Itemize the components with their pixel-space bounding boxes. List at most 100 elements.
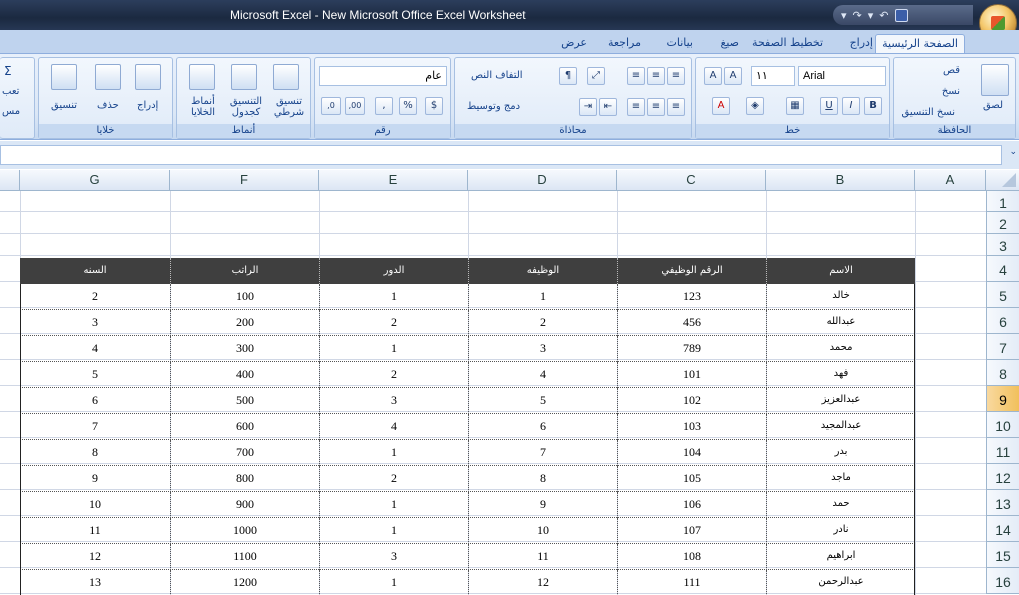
- cell-salary[interactable]: 500: [170, 388, 319, 414]
- cell-job[interactable]: 11: [468, 544, 617, 570]
- decrease-decimal-button[interactable]: ,0: [321, 97, 341, 115]
- cell-name[interactable]: بدر: [766, 440, 915, 466]
- borders-icon[interactable]: ▦: [786, 97, 804, 115]
- bold-button[interactable]: B: [864, 97, 882, 115]
- cell-employee-id[interactable]: 123: [617, 284, 766, 310]
- align-center-icon[interactable]: ≡: [647, 98, 665, 116]
- insert-cells-icon[interactable]: [135, 64, 161, 90]
- cell-year[interactable]: 10: [20, 492, 170, 518]
- text-direction-icon[interactable]: ¶: [559, 67, 577, 85]
- fill-color-icon[interactable]: ◈: [746, 97, 764, 115]
- cell-job[interactable]: 7: [468, 440, 617, 466]
- tab-insert[interactable]: إدراج: [844, 34, 879, 54]
- cell-salary[interactable]: 400: [170, 362, 319, 388]
- align-middle-icon[interactable]: ≡: [647, 67, 665, 85]
- cell-name[interactable]: فهد: [766, 362, 915, 388]
- cell-salary[interactable]: 1000: [170, 518, 319, 544]
- format-button[interactable]: تنسيق: [51, 100, 77, 111]
- row-header-16[interactable]: 16: [986, 568, 1019, 594]
- cell-job[interactable]: 10: [468, 518, 617, 544]
- cell-salary[interactable]: 700: [170, 440, 319, 466]
- font-size-combo[interactable]: ١١: [751, 66, 795, 86]
- cell-salary[interactable]: 100: [170, 284, 319, 310]
- tab-data[interactable]: بيانات: [660, 34, 699, 54]
- cell-year[interactable]: 11: [20, 518, 170, 544]
- cell-role[interactable]: 1: [319, 518, 468, 544]
- row-header-11[interactable]: 11: [986, 438, 1019, 464]
- cell-job[interactable]: 2: [468, 310, 617, 336]
- grow-font-icon[interactable]: A: [704, 67, 722, 85]
- number-format-combo[interactable]: عام: [319, 66, 447, 86]
- cell-salary[interactable]: 300: [170, 336, 319, 362]
- save-icon[interactable]: [894, 8, 908, 22]
- formula-input[interactable]: [0, 145, 1002, 165]
- cell-role[interactable]: 4: [319, 414, 468, 440]
- customize-qat-icon[interactable]: ▾: [841, 9, 847, 22]
- cell-year[interactable]: 8: [20, 440, 170, 466]
- format-painter-button[interactable]: نسخ التنسيق: [902, 107, 955, 118]
- accounting-format-icon[interactable]: $: [425, 97, 443, 115]
- format-cells-icon[interactable]: [51, 64, 77, 90]
- row-header-12[interactable]: 12: [986, 464, 1019, 490]
- align-right-icon[interactable]: ≡: [627, 98, 645, 116]
- shrink-font-icon[interactable]: A: [724, 67, 742, 85]
- merge-center-button[interactable]: دمج وتوسيط: [467, 101, 520, 112]
- cell-employee-id[interactable]: 456: [617, 310, 766, 336]
- cell-role[interactable]: 3: [319, 544, 468, 570]
- conditional-format-icon[interactable]: [273, 64, 299, 90]
- cell-name[interactable]: نادر: [766, 518, 915, 544]
- column-header-h-partial[interactable]: [0, 170, 20, 191]
- cell-role[interactable]: 1: [319, 284, 468, 310]
- delete-cells-icon[interactable]: [95, 64, 121, 90]
- cell-employee-id[interactable]: 789: [617, 336, 766, 362]
- cell-employee-id[interactable]: 104: [617, 440, 766, 466]
- cell-name[interactable]: عبدالله: [766, 310, 915, 336]
- clear-button[interactable]: مس: [2, 106, 20, 117]
- select-all-corner[interactable]: [986, 170, 1019, 191]
- font-color-icon[interactable]: A: [712, 97, 730, 115]
- italic-button[interactable]: I: [842, 97, 860, 115]
- row-header-15[interactable]: 15: [986, 542, 1019, 568]
- font-name-combo[interactable]: Arial: [798, 66, 886, 86]
- cell-role[interactable]: 3: [319, 388, 468, 414]
- tab-formulas[interactable]: صيغ: [714, 34, 745, 54]
- header-salary[interactable]: الراتب: [170, 258, 319, 284]
- row-header-14[interactable]: 14: [986, 516, 1019, 542]
- cell-salary[interactable]: 600: [170, 414, 319, 440]
- cell-role[interactable]: 2: [319, 362, 468, 388]
- increase-decimal-button[interactable]: ,00: [345, 97, 365, 115]
- column-header-a[interactable]: A: [915, 170, 986, 191]
- cell-employee-id[interactable]: 105: [617, 466, 766, 492]
- cell-styles-icon[interactable]: [189, 64, 215, 90]
- cell-employee-id[interactable]: 102: [617, 388, 766, 414]
- row-header-7[interactable]: 7: [986, 334, 1019, 360]
- insert-button[interactable]: إدراج: [137, 100, 158, 111]
- cell-name[interactable]: عبدالرحمن: [766, 570, 915, 595]
- cell-employee-id[interactable]: 106: [617, 492, 766, 518]
- increase-indent-icon[interactable]: ⇥: [579, 98, 597, 116]
- row-header-6[interactable]: 6: [986, 308, 1019, 334]
- cell-role[interactable]: 1: [319, 336, 468, 362]
- row-header-10[interactable]: 10: [986, 412, 1019, 438]
- cell-employee-id[interactable]: 111: [617, 570, 766, 595]
- header-name[interactable]: الاسم: [766, 258, 915, 284]
- row-header-8[interactable]: 8: [986, 360, 1019, 386]
- decrease-indent-icon[interactable]: ⇤: [599, 98, 617, 116]
- column-header-d[interactable]: D: [468, 170, 617, 191]
- column-header-c[interactable]: C: [617, 170, 766, 191]
- column-header-e[interactable]: E: [319, 170, 468, 191]
- cell-name[interactable]: عبدالمجيد: [766, 414, 915, 440]
- cell-name[interactable]: خالد: [766, 284, 915, 310]
- cell-name[interactable]: عبدالعزيز: [766, 388, 915, 414]
- undo-dropdown-icon[interactable]: ▾: [868, 9, 874, 22]
- cell-salary[interactable]: 900: [170, 492, 319, 518]
- tab-review[interactable]: مراجعة: [602, 34, 647, 54]
- row-header-3[interactable]: 3: [986, 234, 1019, 256]
- row-header-5[interactable]: 5: [986, 282, 1019, 308]
- cell-salary[interactable]: 200: [170, 310, 319, 336]
- cell-year[interactable]: 3: [20, 310, 170, 336]
- cell-job[interactable]: 1: [468, 284, 617, 310]
- row-header-1[interactable]: 1: [986, 191, 1019, 212]
- header-role[interactable]: الدور: [319, 258, 468, 284]
- row-header-13[interactable]: 13: [986, 490, 1019, 516]
